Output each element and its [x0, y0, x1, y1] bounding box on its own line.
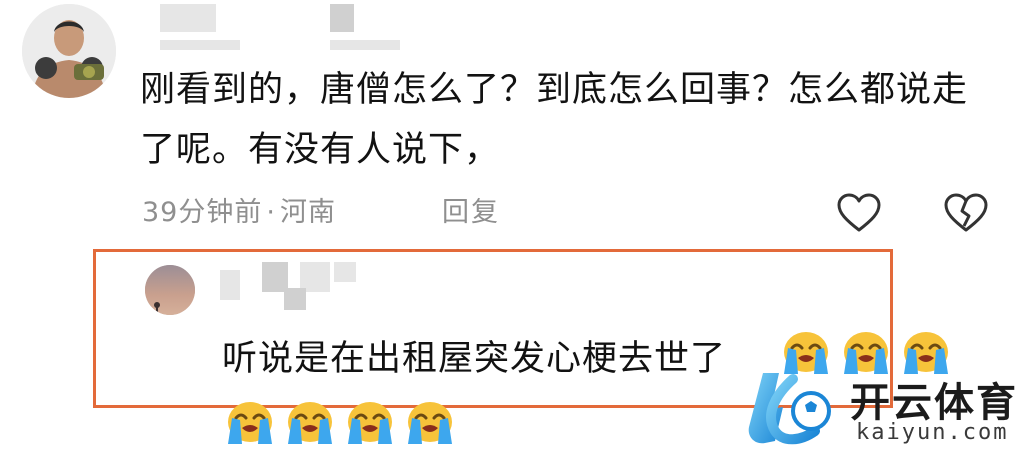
comment-time: 39分钟前 — [142, 197, 263, 228]
watermark-subtitle: kaiyun.com — [856, 420, 1009, 445]
broken-heart-icon — [944, 193, 988, 232]
sunset-avatar-icon — [145, 265, 195, 315]
username-blur — [160, 40, 240, 50]
crying-emoji-icon — [342, 398, 398, 448]
username-blur — [334, 262, 356, 282]
username-blur — [284, 288, 306, 310]
reply-text: 听说是在出租屋突发心梗去世了 — [222, 339, 727, 379]
replier-avatar[interactable] — [145, 265, 195, 315]
heart-outline-icon — [837, 193, 881, 232]
username-blur — [330, 40, 400, 50]
reply-button[interactable]: 回复 — [442, 188, 500, 238]
username-blur — [220, 270, 240, 300]
crying-emoji-icon — [402, 398, 458, 448]
crying-emoji-icon — [222, 398, 278, 448]
meta-separator: · — [266, 197, 276, 228]
boxer-avatar-icon — [22, 4, 116, 98]
comment-location: 河南 — [279, 197, 336, 228]
username-blur — [160, 4, 216, 32]
crying-emoji-icon — [282, 398, 338, 448]
username-blur — [330, 4, 354, 32]
like-button[interactable] — [836, 192, 882, 234]
comment-meta: 39分钟前 · 河南 — [142, 188, 336, 238]
commenter-avatar[interactable] — [22, 4, 116, 98]
dislike-button[interactable] — [943, 192, 989, 234]
comment-text: 刚看到的，唐僧怎么了？到底怎么回事？怎么都说走了呢。有没有人说下， — [140, 70, 969, 170]
